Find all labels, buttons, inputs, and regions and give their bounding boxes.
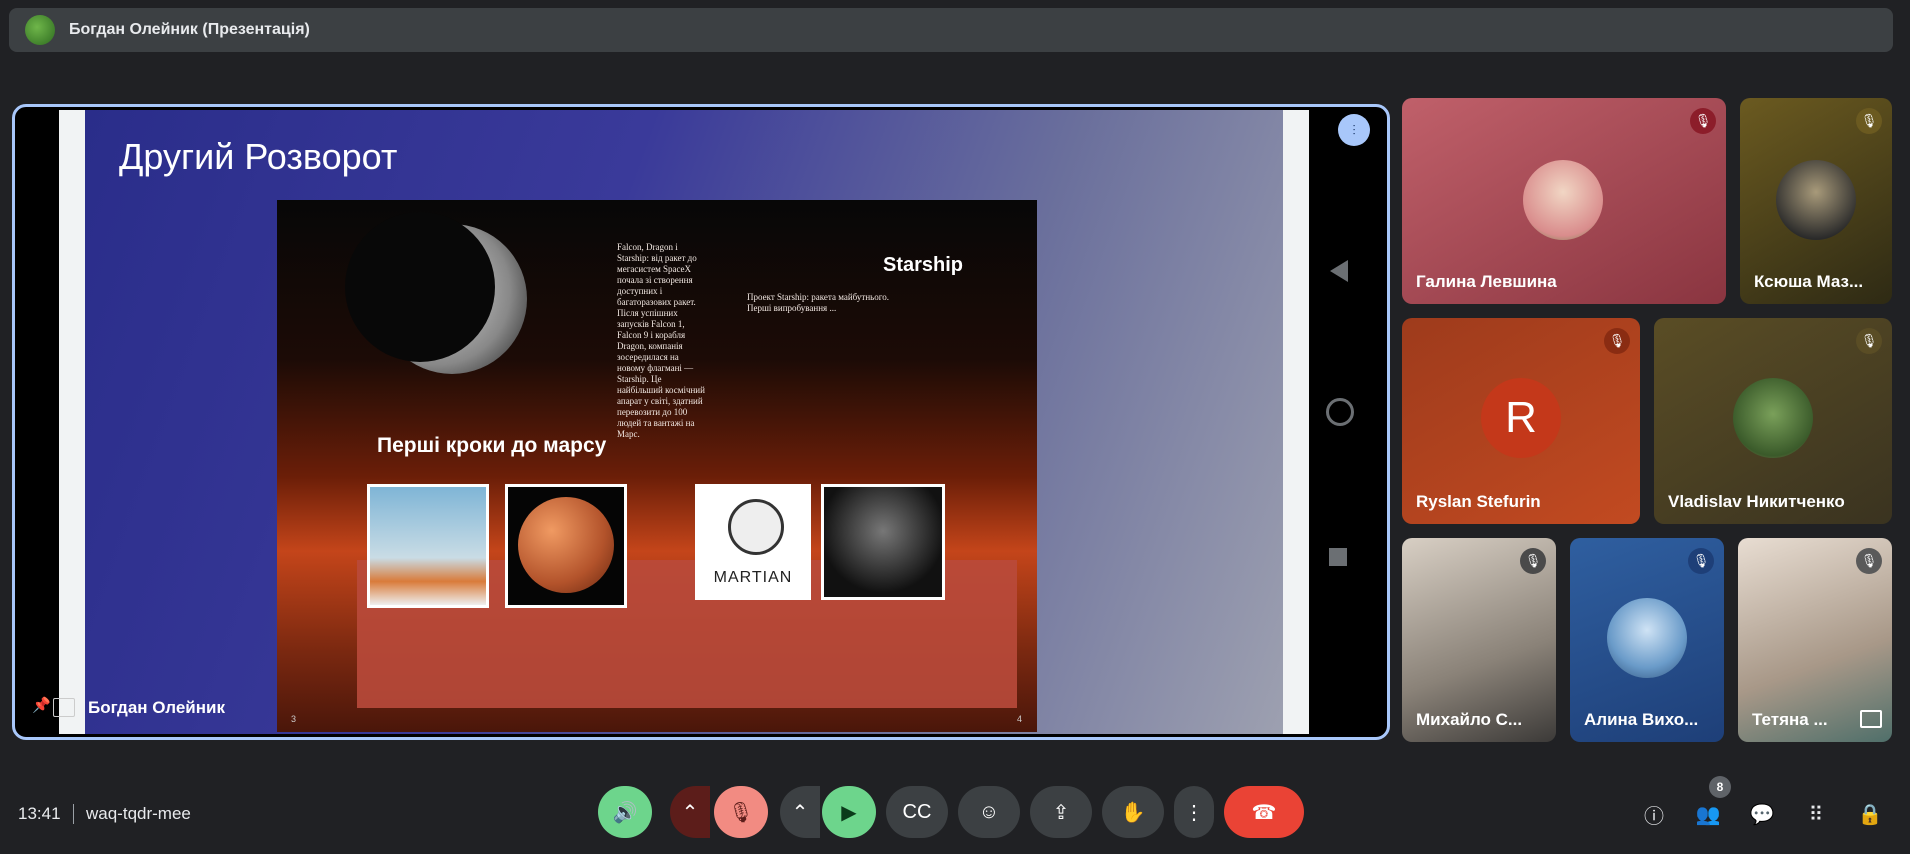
participants-count-badge: 8 [1709, 776, 1731, 798]
participant-name: Тетяна ... [1752, 710, 1828, 729]
martian-poster-image: MARTIAN [695, 484, 811, 600]
starship-heading: Starship [883, 254, 964, 276]
emoji-button[interactable]: ☺ [958, 786, 1020, 838]
moon-shadow [345, 212, 495, 362]
avatar-initial: R [1481, 378, 1561, 458]
clock: 13:41 [18, 804, 61, 823]
present-button[interactable]: ⇪ [1030, 786, 1092, 838]
slide-margin-left [59, 110, 85, 734]
participant-tile[interactable]: 🎙 Ксюша Маз... [1740, 98, 1892, 304]
mic-off-icon: 🎙 [1856, 328, 1882, 354]
spread-heading: Перші кроки до марсу [377, 434, 607, 457]
avatar [1607, 598, 1687, 678]
mic-off-icon: 🎙 [1856, 548, 1882, 574]
participant-name: Ксюша Маз... [1754, 272, 1864, 291]
back-icon [1330, 260, 1348, 282]
camera-options-button[interactable]: ⌃ [780, 786, 820, 838]
captions-button[interactable]: CC [886, 786, 948, 838]
participant-name: Михайло С... [1416, 710, 1523, 729]
avatar [1733, 378, 1813, 458]
portrait-image [821, 484, 945, 600]
end-call-button[interactable]: ☎ [1224, 786, 1304, 838]
people-icon[interactable]: 👥 [1692, 798, 1724, 830]
presenter-name: Богдан Олейник [88, 698, 225, 717]
speaker-button[interactable]: 🔊 [598, 786, 652, 838]
home-icon [1326, 398, 1354, 426]
astronaut-icon [728, 499, 784, 555]
participant-tile[interactable]: R 🎙 Ryslan Stefurin [1402, 318, 1640, 524]
mars-image [505, 484, 627, 608]
magazine-spread: Перші кроки до марсу Starship Falcon, Dr… [277, 200, 1037, 732]
recents-icon [1329, 548, 1347, 566]
host-controls-icon[interactable]: 🔒 [1854, 798, 1886, 830]
camera-button[interactable]: ▶ [822, 786, 876, 838]
frame-icon[interactable] [53, 698, 75, 717]
info-icon[interactable]: ⓘ [1638, 798, 1670, 830]
rocket-launch-image [367, 484, 489, 608]
mic-off-icon: 🎙 [1856, 108, 1882, 134]
mic-options-button[interactable]: ⌃ [670, 786, 710, 838]
mic-off-button[interactable]: 🎙 [714, 786, 768, 838]
raise-hand-button[interactable]: ✋ [1102, 786, 1164, 838]
bottom-toolbar: 13:41 waq-tqdr-mee 🔊 ⌃ 🎙 ⌃ ▶ CC ☺ ⇪ ✋ ⋮ … [0, 770, 1910, 854]
mic-off-icon: 🎙 [1520, 548, 1546, 574]
page-number-left: 3 [291, 714, 297, 724]
chat-icon[interactable]: 💬 [1746, 798, 1778, 830]
presentation-stage[interactable]: Другий Розворот Перші кроки до марсу Sta… [12, 104, 1390, 740]
pin-icon[interactable]: 📌 [32, 696, 51, 714]
participant-name: Ryslan Stefurin [1416, 492, 1541, 511]
mars-planet [518, 497, 614, 593]
participant-tile[interactable]: 🎙 Михайло С... [1402, 538, 1556, 742]
participant-tile[interactable]: 🎙 Vladislav Никитченко [1654, 318, 1892, 524]
participant-tile[interactable]: 🎙 Алина Вихо... [1570, 538, 1724, 742]
mic-off-icon: 🎙 [1690, 108, 1716, 134]
mic-off-icon: 🎙 [1688, 548, 1714, 574]
slide: Другий Розворот Перші кроки до марсу Sta… [85, 110, 1283, 734]
participant-tile[interactable]: 🎙 Тетяна ... [1738, 538, 1892, 742]
meeting-code: waq-tqdr-mee [86, 804, 191, 823]
participant-name: Vladislav Никитченко [1668, 492, 1845, 511]
participant-name: Галина Левшина [1416, 272, 1557, 291]
top-bar: Богдан Олейник (Презентація) [9, 8, 1893, 52]
mic-off-icon: 🎙 [1604, 328, 1630, 354]
page-number-right: 4 [1017, 714, 1023, 724]
separator [73, 804, 74, 824]
more-options-button[interactable]: ⋮ [1174, 786, 1214, 838]
slide-margin-right [1283, 110, 1309, 734]
speaking-indicator-icon: ⫶ [1338, 114, 1370, 146]
slide-title: Другий Розворот [119, 136, 398, 177]
avatar [1523, 160, 1603, 240]
presenter-avatar-icon [25, 15, 55, 45]
participant-name: Алина Вихо... [1584, 710, 1699, 729]
picture-in-picture-icon[interactable] [1860, 710, 1882, 728]
body-text-left: Falcon, Dragon і Starship: від ракет до … [617, 242, 705, 439]
presentation-title: Богдан Олейник (Презентація) [69, 21, 310, 38]
martian-label: MARTIAN [713, 569, 793, 586]
body-text-right: Проект Starship: ракета майбутнього. Пер… [747, 292, 889, 313]
participant-tile[interactable]: 🎙 Галина Левшина [1402, 98, 1726, 304]
avatar [1776, 160, 1856, 240]
activities-icon[interactable]: ⠿ [1800, 798, 1832, 830]
